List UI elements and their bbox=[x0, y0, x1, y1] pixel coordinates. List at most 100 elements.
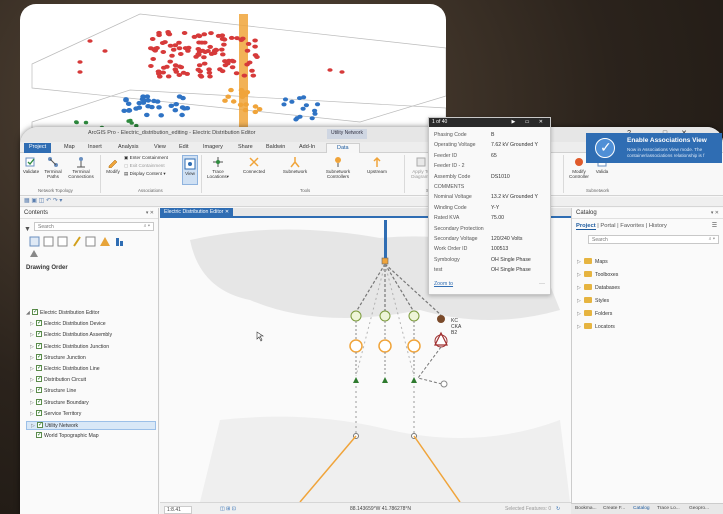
terminal-connections-button[interactable]: Terminal Connections bbox=[66, 156, 96, 179]
tab-create-features[interactable]: Create F... bbox=[603, 506, 625, 511]
terminal-paths-button[interactable]: Terminal Paths bbox=[42, 156, 64, 179]
visibility-checkbox[interactable] bbox=[36, 364, 42, 371]
visibility-checkbox[interactable] bbox=[36, 409, 42, 416]
trace-locations-button[interactable]: Trace Locations▾ bbox=[204, 156, 232, 179]
list-by-drawing-order-icon[interactable] bbox=[29, 236, 40, 247]
display-content-button[interactable]: ▤ Display Content ▾ bbox=[124, 171, 166, 176]
tab-analysis[interactable]: Analysis bbox=[116, 143, 140, 153]
tab-catalog-favorites[interactable]: Favorites bbox=[620, 223, 644, 229]
tab-edit[interactable]: Edit bbox=[177, 143, 190, 153]
layer-item[interactable]: ▷Structure Line bbox=[26, 386, 156, 396]
catalog-item[interactable]: ▷ Locators bbox=[577, 323, 615, 331]
scale-selector[interactable]: 1:8.41 bbox=[164, 506, 192, 514]
trace-locations-icon bbox=[213, 157, 223, 167]
visibility-checkbox[interactable] bbox=[36, 342, 42, 349]
visibility-checkbox[interactable] bbox=[36, 375, 42, 383]
subnetwork-controllers-button[interactable]: Subnetwork Controllers bbox=[320, 156, 356, 179]
catalog-item[interactable]: ▷ Folders bbox=[577, 310, 612, 318]
filter-icon[interactable]: ▼ bbox=[24, 226, 31, 233]
refresh-icon[interactable]: ↻ bbox=[556, 506, 560, 512]
validate-button[interactable]: Validate bbox=[22, 156, 40, 174]
layer-item[interactable]: ▷Electric Distribution Line bbox=[26, 364, 156, 374]
visibility-checkbox[interactable] bbox=[36, 353, 42, 360]
catalog-item[interactable]: ▷ Toolboxes bbox=[577, 271, 618, 279]
modify-button[interactable]: Modify bbox=[104, 156, 122, 174]
associations-view-notification[interactable]: Enable Associations View Now in Associat… bbox=[586, 133, 722, 163]
expand-arrow-icon[interactable]: ▷ bbox=[577, 298, 584, 304]
layer-item[interactable]: World Topographic Map bbox=[26, 431, 156, 441]
catalog-item[interactable]: ▷ Maps bbox=[577, 258, 608, 266]
list-by-snapping-icon[interactable] bbox=[85, 236, 96, 247]
visibility-checkbox[interactable] bbox=[36, 330, 42, 338]
catalog-search-input[interactable]: Search ⌕ ▾ bbox=[588, 235, 719, 244]
visibility-checkbox[interactable] bbox=[36, 431, 42, 439]
tab-catalog-portal[interactable]: Portal bbox=[600, 223, 615, 229]
popup-field-name: Secondary Protection bbox=[434, 225, 484, 232]
layer-label: Structure Boundary bbox=[44, 399, 89, 406]
visibility-checkbox[interactable] bbox=[36, 398, 42, 405]
layer-item[interactable]: ◢Electric Distribution Editor bbox=[26, 308, 156, 318]
visibility-checkbox[interactable] bbox=[37, 421, 43, 428]
tab-trace-locations[interactable]: Trace Lo... bbox=[657, 506, 680, 511]
enter-containment-button[interactable]: ▣ Enter Containment bbox=[124, 155, 168, 160]
layer-item[interactable]: ▷Service Territory bbox=[26, 409, 156, 419]
map-tab[interactable]: Electric Distribution Editor ✕ bbox=[160, 208, 234, 218]
upstream-trace-button[interactable]: Upstream bbox=[364, 156, 390, 174]
layer-item[interactable]: ▷Electric Distribution Junction bbox=[26, 342, 156, 352]
layer-item[interactable]: ▷Utility Network bbox=[26, 421, 156, 430]
quick-access-icons[interactable]: ▦ ▣ ◫ ↶ ↷ ▾ bbox=[24, 198, 62, 204]
contents-search-input[interactable]: Search ⌕ ▾ bbox=[34, 222, 154, 231]
context-tab-utility-network[interactable]: Utility Network bbox=[327, 129, 367, 139]
map-nav-icons[interactable]: ◫ ⊞ ⊡ bbox=[220, 506, 236, 512]
expand-arrow-icon[interactable]: ▷ bbox=[577, 311, 584, 317]
pane-controls-icon[interactable]: ▾ ✕ bbox=[146, 210, 154, 216]
list-by-source-icon[interactable] bbox=[43, 236, 54, 247]
visibility-checkbox[interactable] bbox=[36, 319, 42, 327]
tab-baldwin[interactable]: Baldwin bbox=[264, 143, 287, 153]
tab-catalog[interactable]: Catalog bbox=[633, 506, 650, 511]
green-feature-point bbox=[126, 119, 131, 123]
red-feature-point bbox=[87, 39, 93, 43]
tab-data[interactable]: Data bbox=[326, 143, 360, 153]
layer-item[interactable]: ▷Structure Boundary bbox=[26, 398, 156, 408]
list-by-labeling-icon[interactable] bbox=[100, 237, 110, 246]
subnetwork-trace-button[interactable]: Subnetwork bbox=[280, 156, 310, 174]
expand-arrow-icon[interactable]: ▷ bbox=[577, 272, 584, 278]
view-button[interactable]: View bbox=[182, 155, 198, 185]
menu-icon[interactable]: ☰ bbox=[712, 223, 717, 229]
zoom-to-link[interactable]: Zoom to bbox=[434, 281, 453, 287]
visibility-checkbox[interactable] bbox=[32, 308, 38, 315]
tab-catalog-history[interactable]: History bbox=[649, 223, 667, 229]
list-by-editing-icon[interactable] bbox=[73, 236, 81, 247]
list-by-charts-icon[interactable] bbox=[116, 238, 119, 246]
pane-controls-icon[interactable]: ▾ ✕ bbox=[711, 210, 719, 216]
tab-imagery[interactable]: Imagery bbox=[201, 143, 225, 153]
list-by-perspective-icon[interactable] bbox=[30, 250, 38, 257]
expand-arrow-icon[interactable]: ▷ bbox=[577, 285, 584, 291]
red-feature-point bbox=[196, 63, 203, 68]
layer-item[interactable]: ▷Distribution Circuit bbox=[26, 375, 156, 385]
tab-view[interactable]: View bbox=[152, 143, 168, 153]
tab-catalog-project[interactable]: Project bbox=[576, 223, 596, 230]
tab-project[interactable]: Project bbox=[24, 143, 52, 153]
catalog-item[interactable]: ▷ Styles bbox=[577, 297, 609, 305]
connected-trace-button[interactable]: Connected bbox=[240, 156, 268, 174]
layer-item[interactable]: ▷Structure Junction bbox=[26, 353, 156, 363]
tab-geoprocessing[interactable]: Geopro... bbox=[689, 506, 709, 511]
tab-share[interactable]: Share bbox=[236, 143, 255, 153]
list-by-selection-icon[interactable] bbox=[57, 236, 68, 247]
visibility-checkbox[interactable] bbox=[36, 386, 42, 394]
expand-arrow-icon[interactable]: ▷ bbox=[577, 324, 584, 330]
layer-item[interactable]: ▷Electric Distribution Assembly bbox=[26, 330, 156, 340]
expand-arrow-icon[interactable]: ▷ bbox=[577, 259, 584, 265]
tab-add-in[interactable]: Add-In bbox=[297, 143, 317, 153]
popup-controls[interactable]: ▶ ▭ ✕ bbox=[511, 119, 547, 125]
tab-bookmarks[interactable]: Bookma... bbox=[575, 506, 597, 511]
more-options-icon[interactable]: ··· bbox=[539, 281, 545, 287]
contents-view-toolbar[interactable] bbox=[28, 235, 158, 259]
tab-insert[interactable]: Insert bbox=[86, 143, 104, 153]
catalog-item[interactable]: ▷ Databases bbox=[577, 284, 620, 292]
layer-item[interactable]: ▷Electric Distribution Device bbox=[26, 319, 156, 329]
exit-containment-button[interactable]: ▢ Exit Containment bbox=[124, 163, 165, 168]
tab-map[interactable]: Map bbox=[62, 143, 77, 153]
